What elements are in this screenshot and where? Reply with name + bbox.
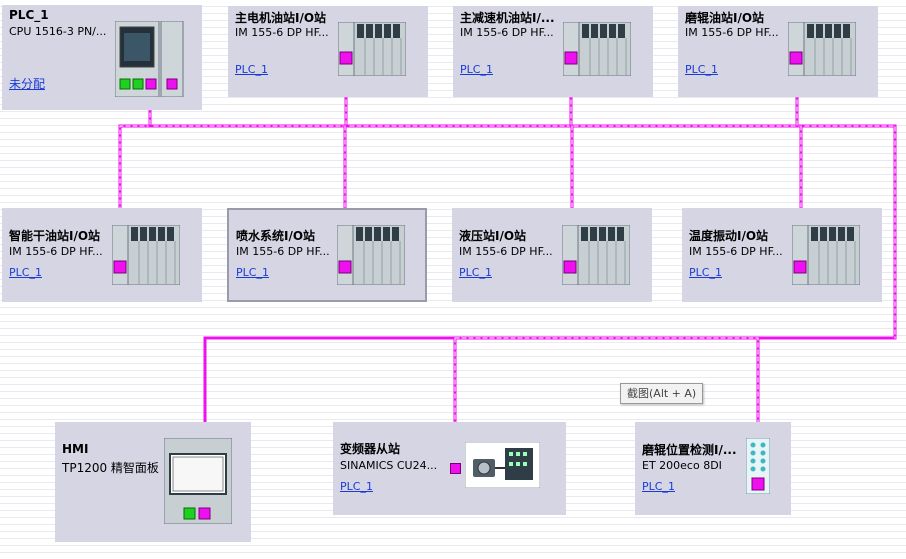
device-plc[interactable]: PLC_1 CPU 1516-3 PN/... 未分配 xyxy=(2,5,202,110)
device-assignment-link[interactable]: PLC_1 xyxy=(689,266,722,279)
io-rack-icon xyxy=(337,225,405,285)
device-assignment-link[interactable]: PLC_1 xyxy=(460,63,493,76)
device-assignment-link[interactable]: PLC_1 xyxy=(642,480,675,493)
device-name: 喷水系统I/O站 xyxy=(236,229,316,243)
device-type: IM 155-6 DP HF... xyxy=(689,245,783,258)
plc-module-icon xyxy=(115,21,184,97)
device-io-station[interactable]: 主电机油站I/O站 IM 155-6 DP HF... PLC_1 xyxy=(228,6,428,97)
device-type: SINAMICS CU24... xyxy=(340,459,438,472)
device-name: 智能干油站I/O站 xyxy=(9,229,101,243)
device-vfd[interactable]: 变频器从站 SINAMICS CU24... PLC_1 xyxy=(333,422,566,515)
io-rack-icon xyxy=(788,22,856,76)
device-type: IM 155-6 DP HF... xyxy=(459,245,553,258)
device-assignment-link[interactable]: 未分配 xyxy=(9,75,45,92)
device-hmi[interactable]: HMI TP1200 精智面板 xyxy=(55,422,251,542)
device-io-station[interactable]: 液压站I/O站 IM 155-6 DP HF... PLC_1 xyxy=(452,208,652,302)
device-et200eco[interactable]: 磨辊位置检测I/... ET 200eco 8DI PLC_1 xyxy=(635,422,791,515)
device-assignment-link[interactable]: PLC_1 xyxy=(9,266,42,279)
device-type: ET 200eco 8DI xyxy=(642,459,722,472)
device-name: 磨辊位置检测I/... xyxy=(642,443,737,457)
device-io-station-selected[interactable]: 喷水系统I/O站 IM 155-6 DP HF... PLC_1 xyxy=(227,208,427,302)
device-assignment-link[interactable]: PLC_1 xyxy=(235,63,268,76)
device-type: CPU 1516-3 PN/... xyxy=(9,25,107,38)
device-name: 液压站I/O站 xyxy=(459,229,527,243)
io-rack-icon xyxy=(338,22,406,76)
device-name: 主减速机油站I/... xyxy=(460,11,555,25)
et200eco-module-icon xyxy=(746,438,770,494)
io-rack-icon xyxy=(112,225,180,285)
device-type: IM 155-6 DP HF... xyxy=(460,26,554,39)
device-name: 变频器从站 xyxy=(340,442,401,456)
device-io-station[interactable]: 磨辊油站I/O站 IM 155-6 DP HF... PLC_1 xyxy=(678,6,878,97)
device-type: IM 155-6 DP HF... xyxy=(235,26,329,39)
device-io-station[interactable]: 智能干油站I/O站 IM 155-6 DP HF... PLC_1 xyxy=(2,208,202,302)
device-assignment-link[interactable]: PLC_1 xyxy=(236,266,269,279)
device-io-station[interactable]: 主减速机油站I/... IM 155-6 DP HF... PLC_1 xyxy=(453,6,653,97)
io-rack-icon xyxy=(562,225,630,285)
device-type: IM 155-6 DP HF... xyxy=(9,245,103,258)
screenshot-tooltip: 截图(Alt + A) xyxy=(620,383,704,404)
device-name: HMI xyxy=(62,442,89,456)
device-type: IM 155-6 DP HF... xyxy=(236,245,330,258)
device-io-station[interactable]: 温度振动I/O站 IM 155-6 DP HF... PLC_1 xyxy=(682,208,882,302)
drive-motor-icon xyxy=(465,442,540,488)
io-rack-icon xyxy=(792,225,860,285)
hmi-panel-icon xyxy=(164,438,232,524)
io-rack-icon xyxy=(563,22,631,76)
device-name: 磨辊油站I/O站 xyxy=(685,11,765,25)
device-assignment-link[interactable]: PLC_1 xyxy=(685,63,718,76)
profibus-port-icon xyxy=(450,463,461,474)
device-assignment-link[interactable]: PLC_1 xyxy=(459,266,492,279)
device-name: PLC_1 xyxy=(9,8,49,22)
device-assignment-link[interactable]: PLC_1 xyxy=(340,480,373,493)
device-name: 主电机油站I/O站 xyxy=(235,11,327,25)
device-type: TP1200 精智面板 xyxy=(62,461,159,475)
device-name: 温度振动I/O站 xyxy=(689,229,769,243)
device-type: IM 155-6 DP HF... xyxy=(685,26,779,39)
